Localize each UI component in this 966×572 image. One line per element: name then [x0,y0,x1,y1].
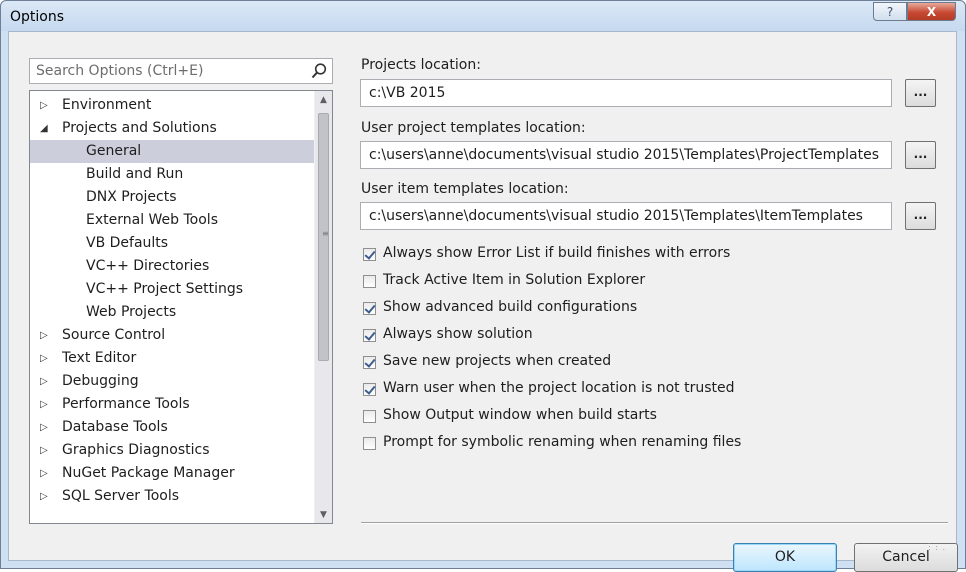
collapsed-arrow-icon[interactable]: ▷ [40,485,52,508]
checkbox-label[interactable]: Warn user when the project location is n… [383,380,734,396]
projects-location-label: Projects location: [361,57,481,73]
tree-item-label: Graphics Diagnostics [62,442,210,458]
checkbox-checked[interactable] [363,329,376,342]
tree-item[interactable]: VC++ Directories [30,255,315,278]
projects-location-field[interactable] [360,79,892,107]
projects-location-browse-button[interactable]: ... [905,79,936,107]
checkbox-label[interactable]: Track Active Item in Solution Explorer [383,272,645,288]
checkbox-checked[interactable] [363,356,376,369]
item-templates-field[interactable] [360,202,892,230]
search-box[interactable] [29,58,333,84]
tree-item[interactable]: ▷ SQL Server Tools [30,485,315,508]
close-button[interactable]: X [907,2,956,21]
tree-item-label: VC++ Directories [86,258,210,274]
item-templates-input[interactable] [369,207,889,225]
checkbox-unchecked[interactable] [363,275,376,288]
collapsed-arrow-icon[interactable]: ▷ [40,324,52,347]
checkbox-label[interactable]: Always show solution [383,326,533,342]
project-templates-field[interactable] [360,141,892,169]
grip-icon: ≡ [322,229,329,238]
tree-item[interactable]: ◢ Projects and Solutions [30,117,315,140]
title-bar[interactable]: Options ? X [1,1,965,31]
collapsed-arrow-icon[interactable]: ▷ [40,370,52,393]
checkbox-checked[interactable] [363,383,376,396]
collapsed-arrow-icon[interactable]: ▷ [40,347,52,370]
project-templates-label: User project templates location: [361,120,586,136]
window-title: Options [10,9,65,25]
tree-item[interactable]: DNX Projects [30,186,315,209]
tree-item-label: Build and Run [86,166,184,182]
tree-item-label: VC++ Project Settings [86,281,244,297]
collapsed-arrow-icon[interactable]: ▷ [40,462,52,485]
tree-item-label: Source Control [62,327,166,343]
tree-items: ▷ Environment ◢ Projects and Solutions Gener… [30,94,315,508]
tree-item-label: VB Defaults [86,235,169,251]
tree-item[interactable]: Web Projects [30,301,315,324]
checkbox-unchecked[interactable] [363,437,376,450]
ok-button[interactable]: OK [733,543,837,572]
tree-item-label: Debugging [62,373,139,389]
item-templates-label: User item templates location: [361,181,569,197]
tree-item-label: NuGet Package Manager [62,465,235,481]
tree-item[interactable]: Build and Run [30,163,315,186]
help-button[interactable]: ? [873,2,907,21]
tree-scrollbar[interactable]: ▲ ≡ ▼ [314,91,332,523]
scroll-down-arrow-icon[interactable]: ▼ [315,506,332,523]
scroll-up-arrow-icon[interactable]: ▲ [315,91,332,108]
help-icon: ? [886,4,894,19]
projects-location-input[interactable] [369,84,889,102]
checkbox-label[interactable]: Show Output window when build starts [383,407,657,423]
tree-item-label: Web Projects [86,304,177,320]
tree-item-label: Database Tools [62,419,168,435]
tree-item-label: General [86,143,142,159]
tree-item[interactable]: ▷ NuGet Package Manager [30,462,315,485]
project-templates-browse-button[interactable]: ... [905,141,936,169]
collapsed-arrow-icon[interactable]: ▷ [40,94,52,117]
close-icon: X [926,4,937,19]
tree-item-label: Projects and Solutions [62,120,217,136]
tree-item[interactable]: ▷ Text Editor [30,347,315,370]
checkbox-label[interactable]: Always show Error List if build finishes… [383,245,730,261]
tree-item[interactable]: ▷ Environment [30,94,315,117]
collapsed-arrow-icon[interactable]: ▷ [40,393,52,416]
tree-item[interactable]: ▷ Source Control [30,324,315,347]
dialog-client-area: ▷ Environment ◢ Projects and Solutions Gener… [8,31,958,572]
resize-grip-icon[interactable]: .. .. . . [928,538,946,552]
tree-item-label: Environment [62,97,152,113]
tree-item-label: SQL Server Tools [62,488,180,504]
checkbox-label[interactable]: Prompt for symbolic renaming when renami… [383,434,741,450]
checkbox-unchecked[interactable] [363,410,376,423]
project-templates-input[interactable] [369,146,889,164]
checkbox-checked[interactable] [363,302,376,315]
checkbox-label[interactable]: Show advanced build configurations [383,299,637,315]
search-icon[interactable] [310,62,328,80]
tree-item[interactable]: External Web Tools [30,209,315,232]
divider [361,522,948,524]
tree-item[interactable]: ▷ Graphics Diagnostics [30,439,315,462]
tree-item[interactable]: ▷ Performance Tools [30,393,315,416]
tree-item-label: DNX Projects [86,189,177,205]
collapsed-arrow-icon[interactable]: ▷ [40,439,52,462]
scroll-thumb[interactable]: ≡ [318,113,329,361]
checkbox-checked[interactable] [363,248,376,261]
item-templates-browse-button[interactable]: ... [905,202,936,230]
search-input[interactable] [36,61,306,81]
options-tree[interactable]: ▷ Environment ◢ Projects and Solutions Gener… [29,90,333,524]
tree-item-label: Performance Tools [62,396,190,412]
tree-item[interactable]: General [30,140,315,163]
options-dialog: Options ? X ▷ Environment ◢ Projects and So… [0,0,966,572]
tree-item[interactable]: VB Defaults [30,232,315,255]
tree-item-label: Text Editor [62,350,137,366]
tree-item[interactable]: ▷ Database Tools [30,416,315,439]
tree-item-label: External Web Tools [86,212,218,228]
tree-item[interactable]: VC++ Project Settings [30,278,315,301]
collapsed-arrow-icon[interactable]: ▷ [40,416,52,439]
tree-item[interactable]: ▷ Debugging [30,370,315,393]
expanded-arrow-icon[interactable]: ◢ [40,117,52,140]
checkbox-label[interactable]: Save new projects when created [383,353,611,369]
